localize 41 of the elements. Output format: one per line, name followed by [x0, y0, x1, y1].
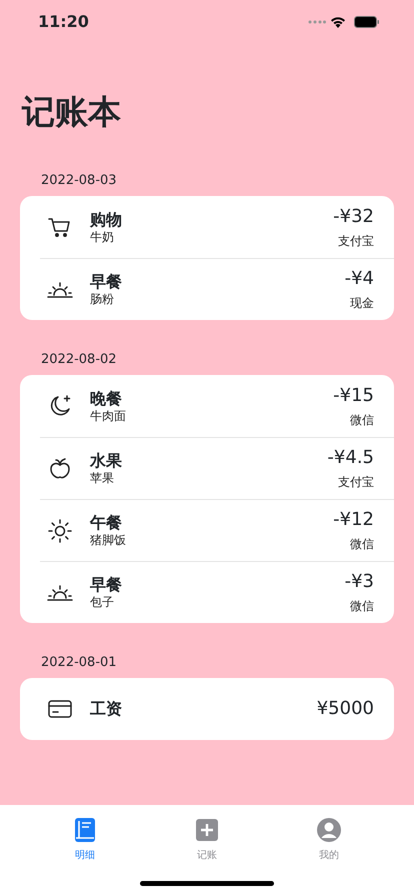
book-icon [72, 817, 98, 843]
cellular-signal-icon [308, 20, 326, 24]
tab-item[interactable]: 记账 [177, 817, 237, 863]
entry-title: 早餐 [90, 575, 122, 595]
entry-note: 肠粉 [90, 292, 114, 307]
entry-note: 牛奶 [90, 230, 114, 244]
entry-amount: -¥15 [333, 384, 374, 408]
payment-method: 微信 [350, 536, 374, 553]
wifi-icon [330, 16, 346, 28]
date-heading: 2022-08-03 [41, 172, 118, 190]
entry-note: 苹果 [90, 471, 114, 486]
entry-note: 猪脚饭 [90, 533, 126, 548]
payment-method: 支付宝 [338, 232, 374, 250]
entry-title: 晚餐 [90, 388, 122, 408]
status-time: 11:20 [38, 11, 89, 33]
payment-method: 支付宝 [338, 474, 374, 491]
entry-title: 购物 [90, 210, 122, 230]
entry-amount: -¥12 [333, 508, 374, 532]
entry-amount: ¥5000 [316, 697, 374, 721]
entry-title: 早餐 [90, 272, 122, 292]
page-title: 记账本 [22, 92, 122, 132]
person-icon [316, 817, 342, 843]
entry-title: 工资 [90, 699, 122, 719]
payment-method: 现金 [350, 295, 374, 312]
entry-amount: -¥4 [344, 267, 374, 291]
entry-amount: -¥4.5 [327, 446, 374, 470]
entry-title: 午餐 [90, 513, 122, 533]
entry-title: 水果 [90, 451, 122, 471]
entry-note: 牛肉面 [90, 408, 126, 424]
battery-icon [354, 16, 380, 28]
plus-icon [194, 817, 220, 843]
tab-item[interactable]: 我的 [299, 817, 359, 863]
entry-note: 包子 [90, 595, 114, 610]
date-heading: 2022-08-02 [41, 351, 118, 369]
date-heading: 2022-08-01 [41, 654, 118, 672]
payment-method: 微信 [350, 598, 374, 615]
entry-amount: -¥32 [333, 204, 374, 228]
tab-item[interactable]: 明细 [55, 817, 115, 863]
payment-method: 微信 [350, 412, 374, 428]
entry-amount: -¥3 [344, 570, 374, 594]
sun-icon [46, 516, 74, 544]
